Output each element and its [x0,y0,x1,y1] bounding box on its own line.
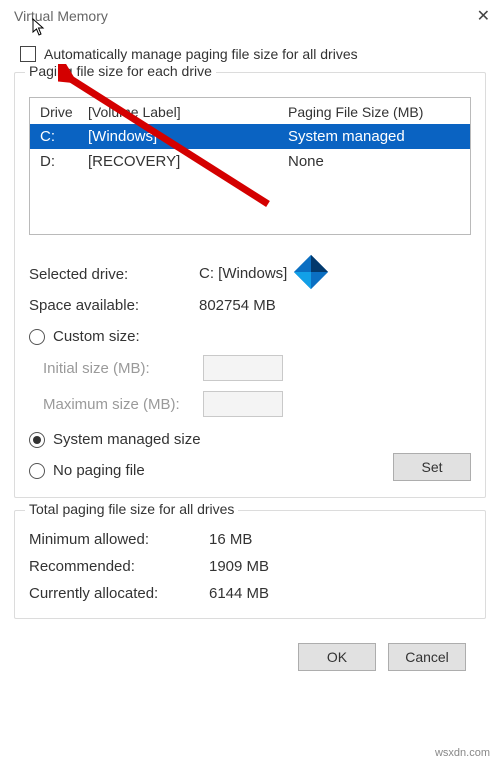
titlebar: Virtual Memory ✕ [0,0,500,30]
drive-letter: C: [40,128,88,145]
auto-manage-label: Automatically manage paging file size fo… [44,46,358,62]
drive-group: Paging file size for each drive Drive [V… [14,72,486,498]
drive-label: [RECOVERY] [88,153,288,170]
initial-size-input[interactable] [203,355,283,381]
cancel-button[interactable]: Cancel [388,643,466,671]
custom-size-radio[interactable] [29,329,45,345]
maximum-size-input[interactable] [203,391,283,417]
ok-button[interactable]: OK [298,643,376,671]
space-available-value: 802754 MB [199,297,471,314]
drive-size: None [288,153,460,170]
col-volume: [Volume Label] [88,104,288,120]
windows-club-logo-icon [292,253,330,291]
drive-group-legend: Paging file size for each drive [25,63,216,79]
drive-label: [Windows] [88,128,288,145]
space-available-label: Space available: [29,297,199,314]
initial-size-label: Initial size (MB): [43,360,193,377]
maximum-size-label: Maximum size (MB): [43,396,193,413]
total-group: Total paging file size for all drives Mi… [14,510,486,619]
drive-list[interactable]: Drive [Volume Label] Paging File Size (M… [29,97,471,235]
custom-size-label: Custom size: [53,328,140,345]
col-size: Paging File Size (MB) [288,104,460,120]
recommended-value: 1909 MB [209,558,471,575]
selected-drive-value: C: [Windows] [199,265,287,282]
col-drive: Drive [40,104,88,120]
drive-row-c[interactable]: C: [Windows] System managed [30,124,470,149]
total-group-legend: Total paging file size for all drives [25,501,238,517]
drive-letter: D: [40,153,88,170]
drive-list-header: Drive [Volume Label] Paging File Size (M… [30,98,470,124]
no-paging-label: No paging file [53,462,145,479]
minimum-allowed-value: 16 MB [209,531,471,548]
currently-allocated-value: 6144 MB [209,585,471,602]
drive-size: System managed [288,128,460,145]
window-title: Virtual Memory [14,8,108,24]
no-paging-radio[interactable] [29,463,45,479]
system-managed-radio[interactable] [29,432,45,448]
set-button[interactable]: Set [393,453,471,481]
watermark: wsxdn.com [435,747,490,759]
close-icon[interactable]: ✕ [477,6,490,26]
system-managed-label: System managed size [53,431,201,448]
minimum-allowed-label: Minimum allowed: [29,531,209,548]
auto-manage-checkbox[interactable] [20,46,36,62]
selected-drive-label: Selected drive: [29,266,199,283]
recommended-label: Recommended: [29,558,209,575]
currently-allocated-label: Currently allocated: [29,585,209,602]
drive-row-d[interactable]: D: [RECOVERY] None [30,149,470,174]
